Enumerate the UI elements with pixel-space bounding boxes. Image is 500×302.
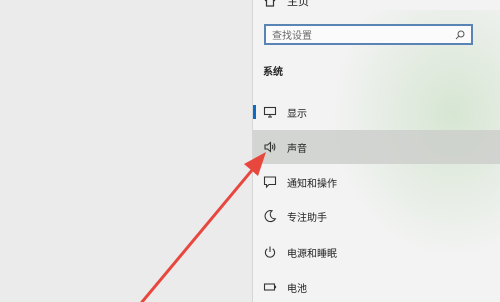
nav-item-display[interactable]: 显示 xyxy=(253,95,500,129)
nav-item-label: 声音 xyxy=(287,143,307,155)
nav-item-sound[interactable]: 声音 xyxy=(253,130,500,164)
speaker-icon xyxy=(264,141,276,153)
nav-item-label: 电池 xyxy=(287,283,307,295)
monitor-icon xyxy=(263,106,277,118)
nav-item-label: 通知和操作 xyxy=(287,178,337,190)
search-icon xyxy=(455,30,465,39)
nav-item-battery[interactable]: 电池 xyxy=(253,270,500,302)
search-placeholder: 查找设置 xyxy=(272,31,312,42)
nav-item-label: 显示 xyxy=(287,108,307,120)
battery-icon xyxy=(263,283,277,291)
nav-item-label: 电源和睡眠 xyxy=(287,248,337,260)
nav-home[interactable]: 主页 xyxy=(263,0,309,11)
section-title-system: 系统 xyxy=(263,67,283,78)
power-icon xyxy=(264,246,276,258)
desktop-background xyxy=(0,0,252,302)
nav-item-label: 专注助手 xyxy=(287,212,327,224)
nav-item-power-sleep[interactable]: 电源和睡眠 xyxy=(253,235,500,269)
settings-nav-pane: 主页 查找设置 系统 显示 声音 通知和操作 专注助手 电源和睡眠 电池 xyxy=(252,0,500,302)
moon-icon xyxy=(264,210,277,223)
nav-item-focus-assist[interactable]: 专注助手 xyxy=(253,199,500,233)
nav-item-notifications[interactable]: 通知和操作 xyxy=(253,165,500,199)
notification-icon xyxy=(263,176,277,189)
search-input[interactable]: 查找设置 xyxy=(264,24,473,45)
home-icon xyxy=(264,0,276,7)
nav-home-label: 主页 xyxy=(287,0,309,8)
